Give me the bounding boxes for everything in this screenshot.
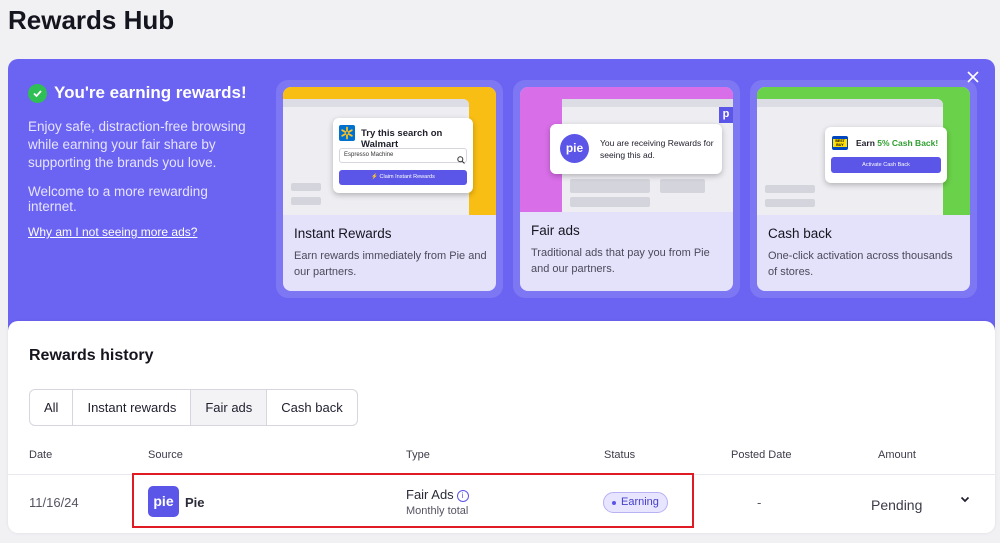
row-amount: Pending (871, 497, 923, 513)
card-description: Earn rewards immediately from Pie and ou… (294, 250, 487, 278)
activate-cash-back-button: Activate Cash Back (831, 157, 941, 173)
row-date: 11/16/24 (29, 495, 79, 510)
walmart-logo-icon (339, 125, 355, 141)
card-title: Fair ads (531, 223, 580, 238)
best-buy-popup-title: Earn 5% Cash Back! (856, 138, 939, 148)
column-header-type: Type (406, 449, 430, 461)
rewards-history-title: Rewards history (29, 347, 154, 364)
banner-heading-text: You're earning rewards! (54, 83, 247, 102)
column-header-posted-date: Posted Date (731, 449, 792, 461)
why-not-more-ads-link[interactable]: Why am I not seeing more ads? (28, 225, 258, 239)
rewards-banner: You're earning rewards! Enjoy safe, dist… (8, 59, 995, 359)
card-cash-back[interactable]: BEST BUY Earn 5% Cash Back! Activate Cas… (750, 80, 977, 298)
check-circle-icon (28, 83, 47, 103)
cash-back-illustration: BEST BUY Earn 5% Cash Back! Activate Cas… (757, 87, 970, 215)
fair-ads-popup: pie You are receiving Rewards for seeing… (550, 124, 722, 174)
history-filter-tabs: All Instant rewards Fair ads Cash back (29, 389, 358, 426)
pie-logo: pie (560, 134, 589, 163)
filter-cash-back[interactable]: Cash back (267, 390, 356, 425)
fair-ads-popup-text: You are receiving Rewards for seeing thi… (600, 138, 714, 160)
column-header-status: Status (604, 449, 636, 461)
banner-intro: You're earning rewards! Enjoy safe, dist… (28, 83, 258, 239)
banner-welcome: Welcome to a more rewarding internet. (28, 184, 208, 214)
card-title: Instant Rewards (294, 226, 392, 241)
card-description: One-click activation across thousands of… (768, 250, 953, 278)
search-icon (457, 151, 465, 169)
lightning-icon: ⚡ (371, 174, 380, 180)
fair-ads-illustration: p pie You are receiving Rewards for seei… (520, 87, 733, 212)
filter-all[interactable]: All (30, 390, 74, 425)
highlight-box (132, 473, 694, 528)
card-instant-rewards[interactable]: Try this search on Walmart Espresso Mach… (276, 80, 503, 298)
banner-description: Enjoy safe, distraction-free browsing wh… (28, 119, 246, 170)
walmart-popup-title: Try this search on Walmart (361, 128, 443, 150)
column-header-date: Date (29, 449, 53, 461)
page-title: Rewards Hub (8, 5, 175, 35)
instant-rewards-illustration: Try this search on Walmart Espresso Mach… (283, 87, 496, 215)
row-posted-date: - (757, 495, 762, 510)
walmart-popup-search: Espresso Machine (339, 148, 467, 163)
walmart-popup: Try this search on Walmart Espresso Mach… (333, 118, 473, 193)
best-buy-logo: BEST BUY (832, 136, 848, 150)
best-buy-popup: BEST BUY Earn 5% Cash Back! Activate Cas… (825, 127, 947, 183)
reward-cards: Try this search on Walmart Espresso Mach… (276, 80, 977, 298)
banner-heading: You're earning rewards! (28, 83, 258, 103)
column-header-source: Source (148, 449, 183, 461)
pie-corner-logo: p (719, 107, 733, 123)
expand-row-button[interactable] (959, 492, 973, 506)
card-fair-ads[interactable]: p pie You are receiving Rewards for seei… (513, 80, 740, 298)
column-header-amount: Amount (878, 449, 916, 461)
filter-fair-ads[interactable]: Fair ads (191, 390, 268, 425)
card-description: Traditional ads that pay you from Pie an… (531, 247, 710, 275)
chevron-down-icon (960, 496, 970, 503)
claim-instant-rewards-button: ⚡ Claim Instant Rewards (339, 170, 467, 185)
filter-instant-rewards[interactable]: Instant rewards (73, 390, 192, 425)
card-title: Cash back (768, 226, 832, 241)
